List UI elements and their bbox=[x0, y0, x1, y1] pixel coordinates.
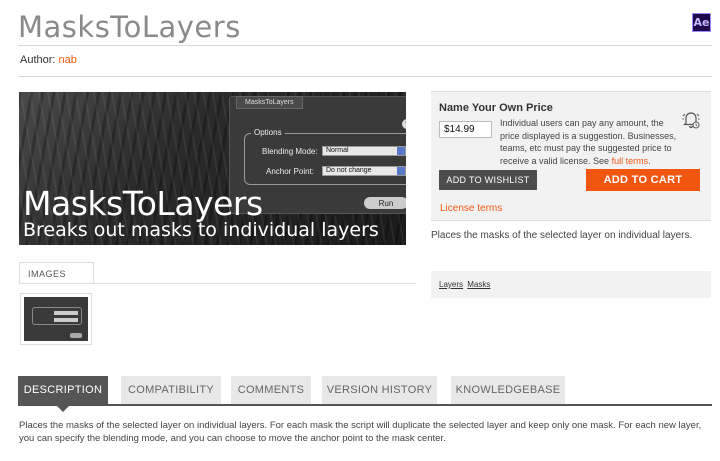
tag-list: Layers Masks bbox=[431, 271, 711, 298]
banner-anchor-label: Anchor Point: bbox=[266, 167, 315, 176]
banner-blending-label: Blending Mode: bbox=[262, 147, 318, 156]
tab-images[interactable]: IMAGES bbox=[19, 262, 94, 284]
pricing-description: Individual users can pay any amount, the… bbox=[500, 118, 677, 166]
image-thumbnail[interactable] bbox=[20, 293, 92, 345]
product-summary: Places the masks of the selected layer o… bbox=[431, 230, 693, 241]
banner-anchor-select: Do not change bbox=[322, 166, 406, 176]
license-terms-link[interactable]: License terms bbox=[440, 203, 502, 214]
pricing-panel: Name Your Own Price $14.99 Individual us… bbox=[431, 91, 711, 221]
product-description: Places the masks of the selected layer o… bbox=[19, 420, 702, 444]
tag-link-masks[interactable]: Masks bbox=[467, 280, 490, 289]
banner-subline: Breaks out masks to individual layers bbox=[23, 219, 379, 241]
price-input[interactable]: $14.99 bbox=[439, 121, 492, 138]
banner-options-group: Options bbox=[244, 128, 406, 185]
tab-comments[interactable]: COMMENTS bbox=[231, 376, 311, 404]
author-link[interactable]: nab bbox=[59, 54, 77, 66]
banner-panel-tab: MasksToLayers bbox=[236, 96, 303, 109]
tab-compatibility[interactable]: COMPATIBILITY bbox=[121, 376, 221, 404]
tab-version-history[interactable]: VERSION HISTORY bbox=[322, 376, 437, 404]
divider bbox=[18, 76, 712, 77]
tab-knowledgebase[interactable]: KNOWLEDGEBASE bbox=[451, 376, 565, 404]
help-icon: ? bbox=[402, 119, 406, 129]
tag-link-layers[interactable]: Layers bbox=[439, 280, 463, 289]
price-alert-bell-icon[interactable] bbox=[681, 110, 701, 130]
banner-headline: MasksToLayers bbox=[23, 184, 263, 223]
full-terms-link[interactable]: full terms bbox=[612, 156, 649, 166]
author-label: Author: bbox=[20, 54, 56, 66]
banner-options-label: Options bbox=[251, 128, 285, 137]
add-to-cart-button[interactable]: ADD TO CART bbox=[586, 169, 700, 191]
pricing-title: Name Your Own Price bbox=[439, 102, 553, 114]
after-effects-badge-icon: Ae bbox=[692, 13, 711, 32]
tab-underline bbox=[18, 404, 712, 406]
divider bbox=[19, 283, 416, 284]
product-banner-image[interactable]: MasksToLayers ? Options Blending Mode: N… bbox=[19, 92, 406, 245]
page-title: MasksToLayers bbox=[18, 10, 241, 44]
chevron-down-icon bbox=[397, 147, 405, 155]
author-line: Author: nab bbox=[20, 54, 77, 66]
detail-tab-bar: DESCRIPTION COMPATIBILITY COMMENTS VERSI… bbox=[18, 376, 712, 412]
tab-description[interactable]: DESCRIPTION bbox=[18, 376, 108, 412]
banner-blending-select: Normal bbox=[322, 146, 406, 156]
chevron-down-icon bbox=[397, 167, 405, 175]
banner-run-button: Run bbox=[364, 197, 406, 209]
divider bbox=[18, 45, 712, 46]
thumbnail-preview bbox=[24, 297, 88, 341]
add-to-wishlist-button[interactable]: ADD TO WISHLIST bbox=[439, 170, 537, 190]
